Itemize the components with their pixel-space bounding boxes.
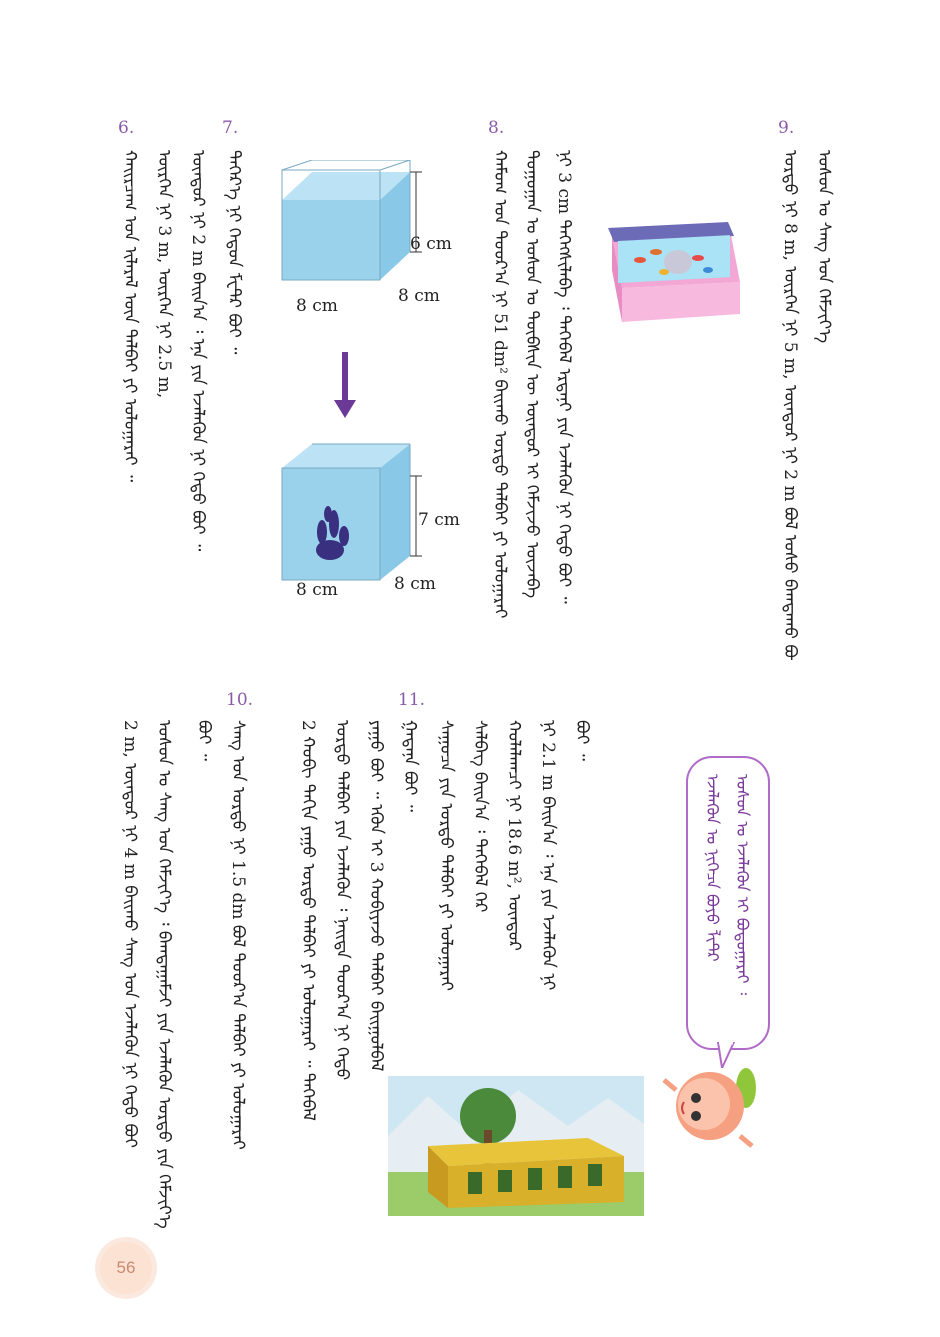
bubble-line-1: ᠤᠰᠤᠨ ᠤ ᠡᠵᠡᠯᠡᠬᠦᠨ ᠢ ᠪᠤᠳᠤᠭᠠᠷᠠᠢ ᠄	[733, 774, 752, 996]
problem-11-number: 11.	[398, 690, 426, 710]
problem-6-number: 6.	[118, 118, 135, 138]
problem-9-line-2: ᠤᠷᠲᠤ ᠨᠢ 8 m, ᠥᠷᠭᠡᠨ ᠨᠢ 5 m, ᠥᠨᠳᠦᠷ ᠨᠢ 2 m …	[780, 150, 800, 660]
problem-8-line-1: ᠨᠢ 3 cm ᠳᠡᠭᠡᠭᠰᠢᠯᠡᠪᠡ ᠄ ᠲᠡᠭᠡᠪᠡᠯ ᠡᠷᠳᠡᠨᠢ ᠶᠢᠨ…	[554, 150, 574, 604]
speech-bubble: ᠤᠰᠤᠨ ᠤ ᠡᠵᠡᠯᠡᠬᠦᠨ ᠢ ᠪᠤᠳᠤᠭᠠᠷᠠᠢ ᠄ ᠡᠵᠡᠯᠡᠬᠦᠨ ᠤ…	[686, 756, 770, 1050]
problem-10-line-5: ᠤᠰᠤᠨ ᠤ ᠰᠠᠩ ᠤᠨ ᠬᠡᠮᠵᠢᠶ᠎ᠡ ᠄ ᠪᠠᠭᠲᠠᠭᠠᠮᠵᠢ ᠶᠢᠨ …	[154, 720, 174, 1230]
peach-mascot-icon	[662, 1068, 756, 1148]
cube-2-water-height-label: 7 cm	[418, 510, 460, 530]
arrow-down-icon	[334, 352, 356, 418]
cube-1-width-label: 8 cm	[296, 296, 338, 316]
page-number-badge: 56	[100, 1242, 152, 1294]
page-number: 56	[116, 1258, 136, 1277]
problem-7-line-2: ᠥᠨᠳᠦᠷ ᠨᠢ 2 m ᠪᠠᠢᠨ᠎ᠠ ᠄ ᠡᠨᠡ ᠶᠢᠨ ᠡᠵᠡᠯᠡᠬᠦᠨ ᠨ…	[188, 150, 208, 552]
problem-10-number: 10.	[226, 690, 254, 710]
problem-7-line-1: ᠳᠡᠭᠡᠷ᠎ᠡ ᠨᠢ ᠬᠡᠳᠦᠨ ᠮᠧᠲᠷ ᠪᠤᠢ ᠃	[224, 150, 244, 355]
problem-8-line-3: ᠬᠠᠮᠤᠭ ᠤᠨ ᠳᠣᠣᠷ᠎ᠠ ᠨᠢ 51 dm² ᠪᠠᠢᠬᠤ ᠤᠷᠲᠤ ᠲᠠᠯ…	[490, 150, 510, 619]
cube-2-depth-label: 8 cm	[394, 574, 436, 594]
problem-7-line-3: ᠥᠷᠭᠡᠨ ᠨᠢ 3 m, ᠥᠷᠭᠡᠨ ᠨᠢ 2.5 m,	[154, 150, 174, 399]
yurt-landscape-illustration	[388, 1076, 644, 1216]
problem-9-number: 9.	[778, 118, 795, 138]
problem-11-line-4: ᠰᠠᠭᠤᠴᠠ ᠶᠢᠨ ᠤᠷᠲᠤ ᠲᠠᠯᠪᠠᠢ ᠶᠢ ᠣᠯᠣᠭᠠᠷᠠᠢ	[436, 720, 456, 991]
cube-1-depth-label: 8 cm	[398, 286, 440, 306]
problem-10-line-4: ᠪᠤᠢ ᠃	[194, 720, 214, 761]
bubble-line-2: ᠡᠵᠡᠯᠡᠬᠦᠨ ᠤ ᠨᠢᠭᠡᠴᠡ ᠪᠤᠶᠤ ᠯᠢᠲᠷ	[703, 774, 722, 962]
problem-10-line-3: ᠰᠠᠩ ᠤᠨ ᠤᠷᠲᠤ ᠨᠢ 1.5 dm ᠪᠣᠯ ᠳᠣᠣᠷ᠎ᠠ ᠲᠠᠯᠪᠠᠢ …	[228, 720, 248, 1150]
problem-11-line-1: ᠨᠢ 2.1 m ᠪᠠᠢᠨ᠎ᠠ ᠄ ᠡᠨᠡ ᠶᠢᠨ ᠡᠵᠡᠯᠡᠬᠦᠨ ᠨᠢ	[538, 720, 558, 991]
problem-10-line-0: ᠶᠠᠭᠤ ᠪᠤᠢ ᠃ ᠡᠭᠦᠨ ᠢ 3 ᠬᠤᠪᠢᠶᠠᠵᠤ ᠲᠠᠯᠪᠠᠢ ᠪᠠᠢᠭ…	[366, 720, 386, 1072]
problem-10-line-1: ᠤᠷᠲᠤ ᠲᠠᠯᠪᠠᠢ ᠶᠢᠨ ᠡᠵᠡᠯᠡᠬᠦᠨ ᠄ ᠨᠡᠢᠲᠡ ᠳᠣᠣᠷ᠎ᠠ …	[332, 720, 352, 1081]
problem-8-line-2: ᠲᠣᠭᠣᠭᠠᠨ ᠤ ᠤᠰᠤᠨ ᠤ ᠲᠦᠪᠰᠢᠨ ᠦ ᠥᠨᠳᠦᠷ ᠢ ᠬᠡᠮᠵᠢᠵ…	[522, 150, 542, 599]
problem-7-number: 7.	[222, 118, 239, 138]
problem-10-line-6: 2 m, ᠥᠨᠳᠦᠷ ᠨᠢ 4 m ᠪᠠᠢᠬᠤ ᠰᠠᠩ ᠤᠨ ᠡᠵᠡᠯᠡᠬᠦᠨ …	[120, 720, 140, 1148]
problem-11-line-2: ᠬᠤᠯᠠᠯᠠᠭᠴᠢ ᠨᠢ 18.6 m², ᠥᠨᠳᠦᠷ	[504, 720, 524, 951]
problem-8-number: 8.	[488, 118, 505, 138]
fish-tank-illustration	[608, 222, 740, 322]
cube-1-water-height-label: 6 cm	[410, 234, 452, 254]
problem-10-line-2: 2 ᠬᠤᠪᠢ ᠳᠠᠬᠢᠨ ᠶᠠᠭᠤ ᠤᠷᠲᠤ ᠲᠠᠯᠪᠠᠢ ᠶᠢ ᠣᠯᠣᠭᠠᠷᠠ…	[298, 720, 318, 1121]
problem-11-line-5: ᠭᠠᠳᠠᠨᠠ ᠪᠤᠢ ᠃	[400, 720, 420, 812]
problem-11-line-0: ᠪᠤᠢ ᠃	[572, 720, 592, 761]
cube-2-width-label: 8 cm	[296, 580, 338, 600]
problem-11-line-3: ᠰᠡᠯᠪᠡᠭ ᠪᠠᠢᠨ᠎ᠠ ᠄ ᠲᠡᠭᠡᠪᠡᠯ ᠭᠡᠷ	[470, 720, 490, 913]
problem-9-line-1: ᠤᠰᠤᠨ ᠤ ᠰᠠᠩ ᠤᠨ ᠬᠡᠮᠵᠢᠶ᠎ᠡ	[814, 150, 834, 344]
problem-6-line-1: ᠬᠠᠢᠷᠴᠠᠭ ᠤᠨ ᠢᠯᠡᠷᠡᠯ ᠦᠨ ᠲᠠᠯᠪᠠᠢ ᠶᠢ ᠣᠯᠣᠭᠠᠷᠠᠢ …	[120, 150, 140, 483]
